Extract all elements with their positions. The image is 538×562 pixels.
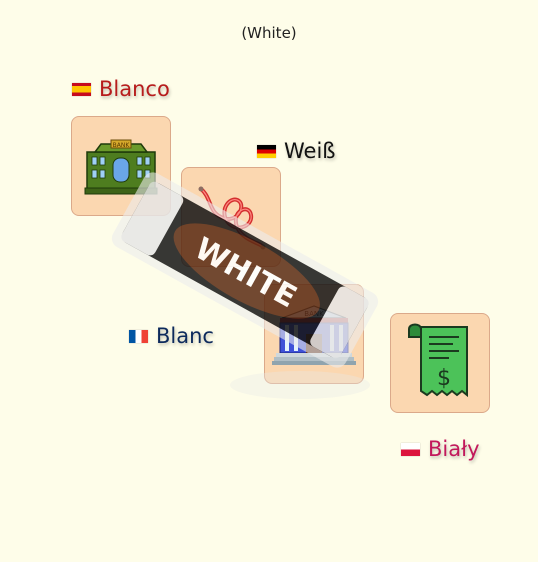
- card-red-wire[interactable]: [181, 167, 281, 267]
- france-flag-icon: [129, 329, 148, 343]
- label-spanish: Blanco: [72, 77, 170, 101]
- germany-flag-icon: [257, 144, 276, 158]
- label-french: Blanc: [129, 324, 214, 348]
- spain-flag-icon: [72, 82, 91, 96]
- label-spanish-text: Blanco: [99, 77, 170, 101]
- card-receipt[interactable]: $: [390, 313, 490, 413]
- receipt-dollar-sign: $: [437, 366, 451, 391]
- poland-flag-icon: [401, 442, 420, 456]
- label-german: Weiß: [257, 139, 336, 163]
- red-wire-icon: [198, 186, 266, 250]
- card-blue-bank[interactable]: BANK: [264, 284, 364, 384]
- blue-bank-icon: BANK: [272, 305, 356, 365]
- green-bank-icon: BANK: [84, 139, 158, 195]
- label-german-text: Weiß: [284, 139, 336, 163]
- label-french-text: Blanc: [156, 324, 214, 348]
- page-title: (White): [241, 24, 297, 42]
- dollar-receipt-icon: $: [408, 323, 468, 398]
- green-bank-sign: BANK: [113, 142, 131, 149]
- label-polish: Biały: [401, 437, 480, 461]
- blue-bank-sign: BANK: [304, 310, 324, 318]
- label-polish-text: Biały: [428, 437, 480, 461]
- card-green-bank[interactable]: BANK: [71, 116, 171, 216]
